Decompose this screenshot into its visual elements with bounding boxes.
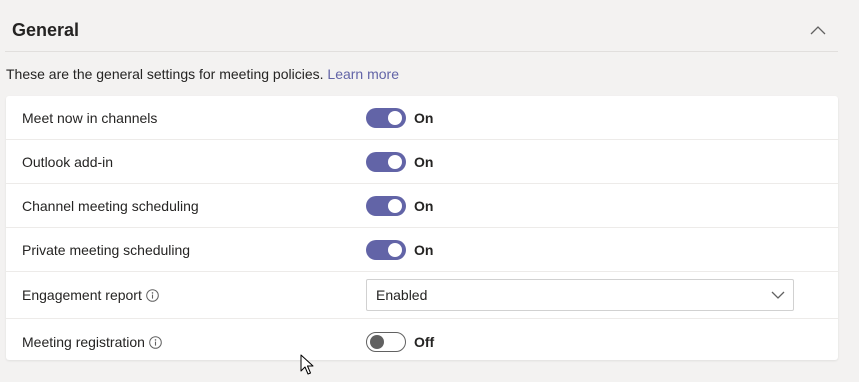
chevron-up-icon (810, 26, 826, 35)
toggle-knob (369, 334, 384, 349)
toggle-switch[interactable] (366, 151, 406, 172)
toggle-switch[interactable] (366, 239, 406, 260)
setting-label: Engagement report (22, 287, 159, 303)
toggle-switch[interactable] (366, 332, 406, 352)
setting-row-meeting-registration: Meeting registration Off (6, 319, 838, 365)
toggle-knob (388, 198, 402, 213)
setting-label: Meet now in channels (22, 110, 157, 126)
setting-label-text: Meeting registration (22, 334, 145, 350)
description-text: These are the general settings for meeti… (6, 66, 324, 82)
setting-label-text: Channel meeting scheduling (22, 197, 199, 214)
dropdown-value: Enabled (376, 287, 428, 303)
info-icon[interactable] (146, 288, 159, 302)
section-header: General (5, 0, 838, 52)
section-description: These are the general settings for meeti… (6, 66, 399, 82)
toggle-state: On (414, 197, 434, 214)
setting-row-channel-scheduling: Channel meeting scheduling On (6, 184, 838, 228)
toggle-state: Off (414, 334, 435, 350)
toggle-switch[interactable] (366, 195, 406, 216)
setting-label-text: Engagement report (22, 287, 142, 303)
setting-label-text: Meet now in channels (22, 109, 158, 126)
toggle-switch[interactable] (366, 107, 406, 128)
channel-scheduling-toggle[interactable]: On (366, 195, 434, 216)
meeting-registration-toggle[interactable]: Off (366, 332, 434, 352)
outlook-addin-toggle[interactable]: On (366, 151, 434, 172)
setting-row-engagement-report: Engagement report Enabled (6, 272, 838, 319)
engagement-report-dropdown[interactable]: Enabled (366, 279, 794, 311)
setting-row-private-scheduling: Private meeting scheduling On (6, 228, 838, 272)
private-scheduling-toggle[interactable]: On (366, 239, 434, 260)
toggle-knob (388, 154, 402, 169)
setting-row-outlook-addin: Outlook add-in On (6, 140, 838, 184)
learn-more-link[interactable]: Learn more (327, 66, 399, 82)
toggle-knob (388, 110, 402, 125)
setting-label: Private meeting scheduling (22, 242, 190, 258)
meet-now-toggle[interactable]: On (366, 107, 434, 128)
setting-row-meet-now: Meet now in channels On (6, 96, 838, 140)
setting-label: Meeting registration (22, 334, 162, 350)
collapse-button[interactable] (806, 18, 830, 42)
mouse-cursor-icon (300, 354, 314, 375)
toggle-knob (388, 242, 402, 257)
toggle-state: On (414, 153, 434, 170)
chevron-down-icon (771, 291, 785, 299)
settings-card: Meet now in channels On Outlook add-in O… (6, 96, 838, 360)
setting-label: Outlook add-in (22, 154, 113, 170)
setting-label-text: Private meeting scheduling (22, 241, 191, 258)
toggle-state: On (414, 241, 434, 258)
section-title: General (12, 20, 80, 40)
setting-label-text: Outlook add-in (22, 153, 114, 170)
setting-label: Channel meeting scheduling (22, 198, 199, 214)
info-icon[interactable] (149, 335, 162, 349)
toggle-state: On (414, 109, 434, 126)
